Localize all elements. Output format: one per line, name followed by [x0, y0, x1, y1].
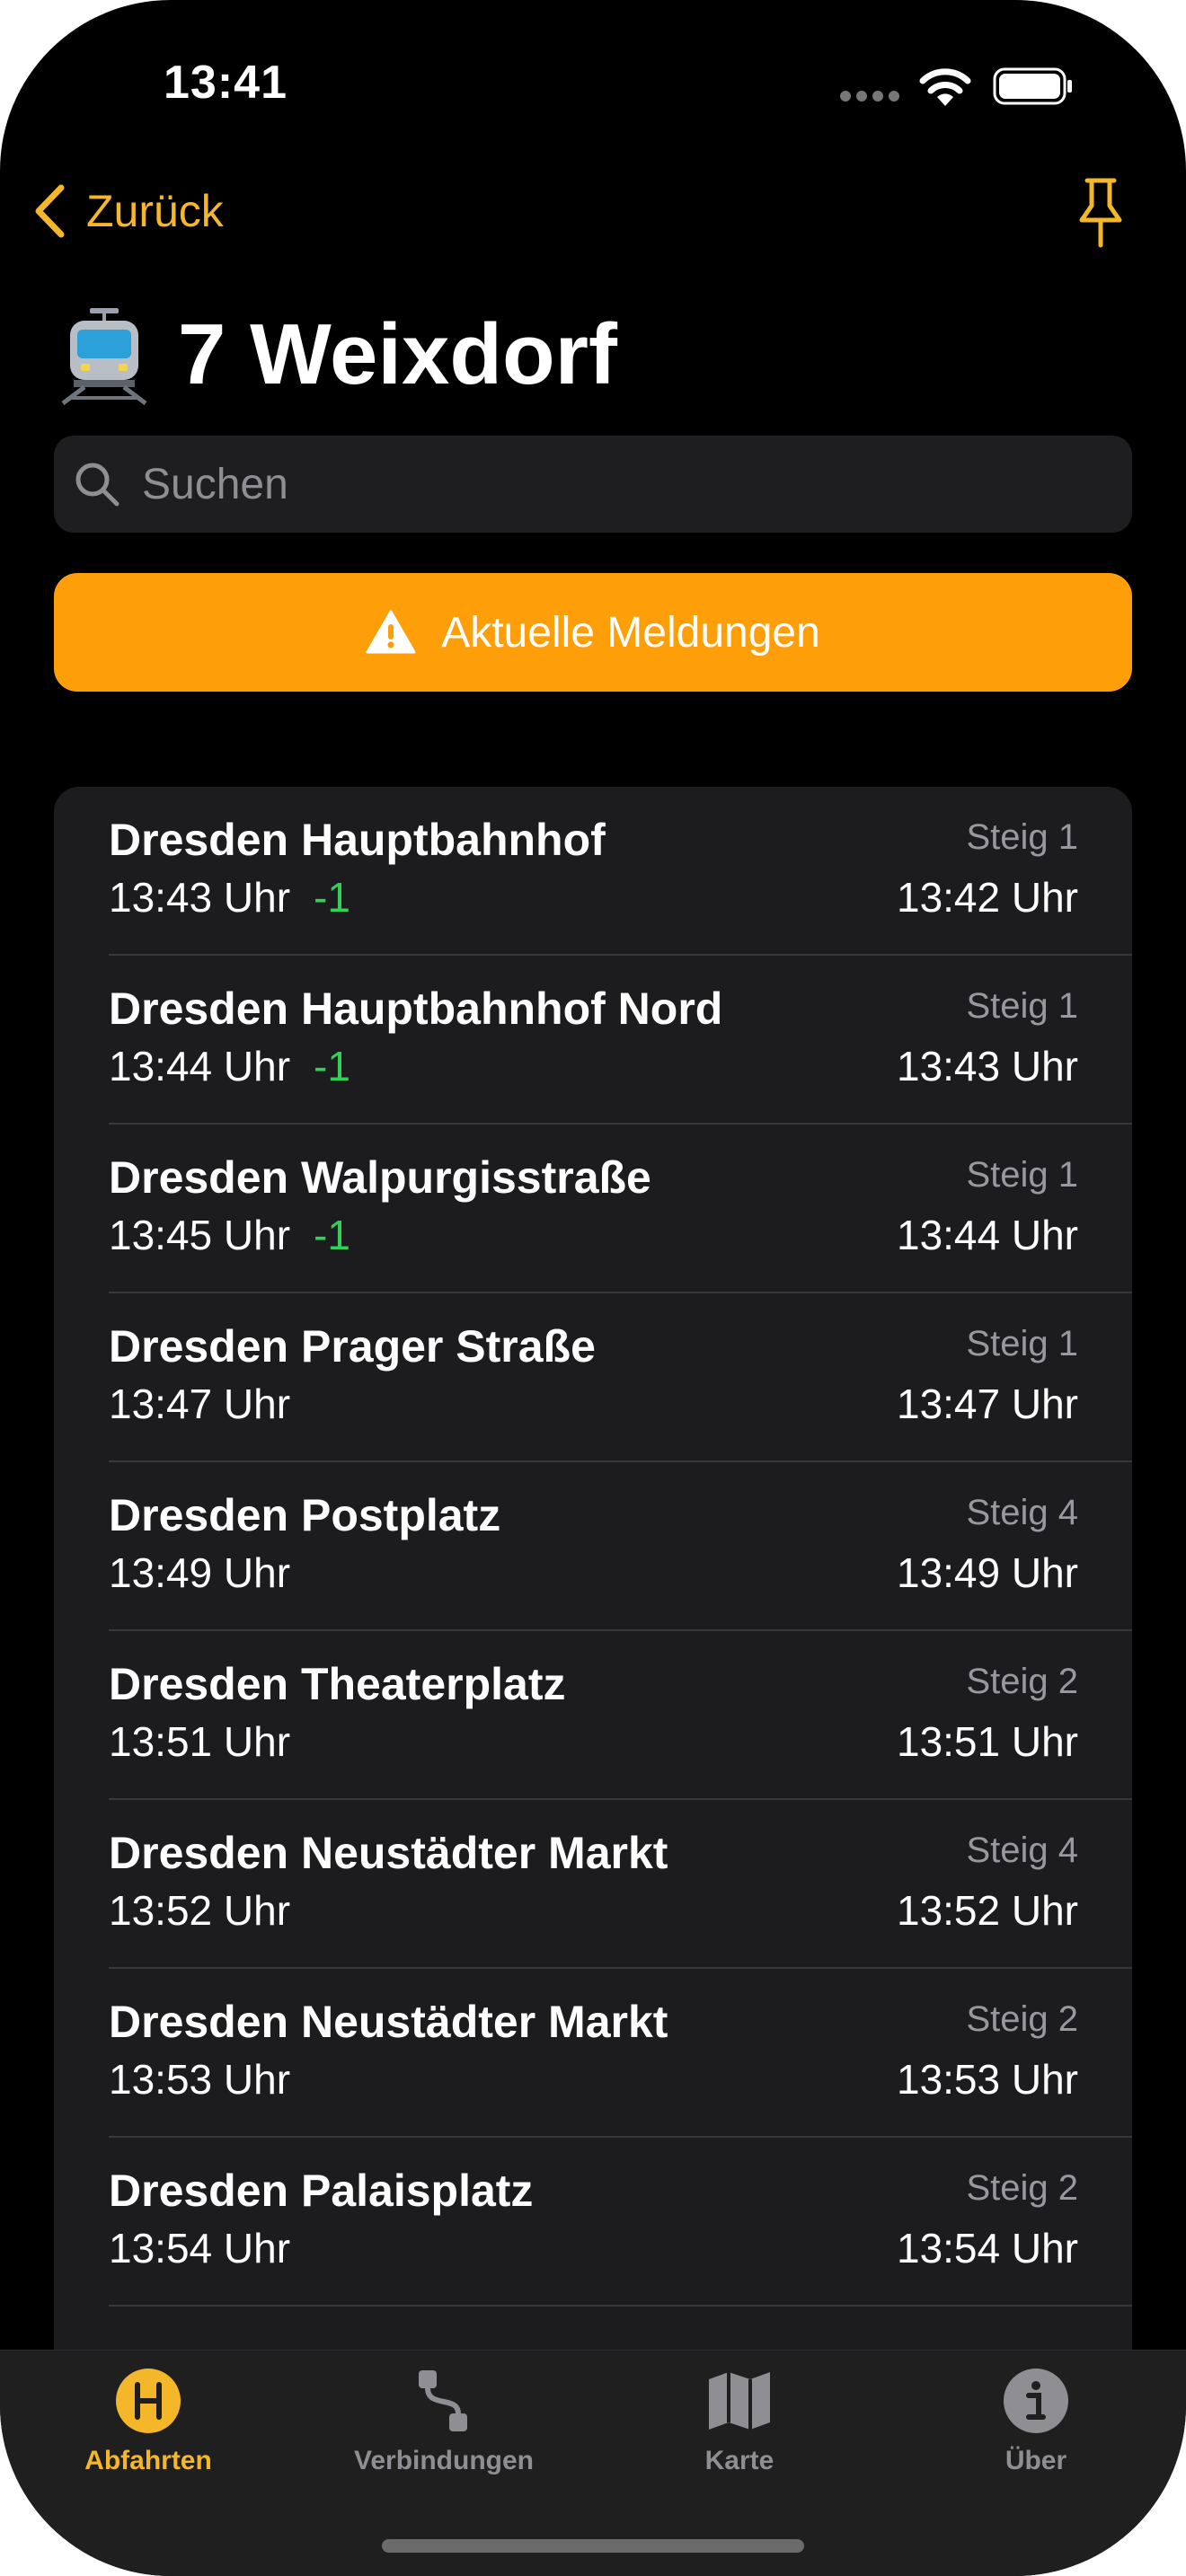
- search-field[interactable]: [54, 436, 1132, 533]
- tab-label: Verbindungen: [353, 2446, 534, 2475]
- tram-icon: [61, 308, 147, 405]
- warning-icon: [366, 610, 416, 654]
- map-icon: [709, 2372, 770, 2430]
- scheduled-time: 13:53 Uhr: [109, 2055, 290, 2104]
- actual-time: 13:47 Uhr: [896, 1381, 1078, 1427]
- home-indicator: [382, 2539, 804, 2553]
- delay-badge: -1: [314, 874, 350, 921]
- scheduled-time-text: 13:43 Uhr: [109, 874, 291, 921]
- list-item[interactable]: Dresden Postplatz 13:49 Uhr Steig 4 13:4…: [54, 1462, 1132, 1631]
- scheduled-time: 13:44 Uhr -1: [109, 1042, 350, 1090]
- actual-time: 13:54 Uhr: [896, 2225, 1078, 2272]
- stop-name: Dresden Theaterplatz: [109, 1659, 566, 1709]
- scheduled-time-text: 13:49 Uhr: [109, 1549, 291, 1596]
- list-item[interactable]: Dresden Hauptbahnhof Nord 13:44 Uhr -1 St…: [54, 956, 1132, 1125]
- stop-name: Dresden Hauptbahnhof: [109, 815, 606, 865]
- stop-list: Dresden Hauptbahnhof 13:43 Uhr -1 Steig 1…: [54, 787, 1132, 2404]
- scheduled-time: 13:43 Uhr -1: [109, 873, 350, 922]
- scheduled-time: 13:54 Uhr: [109, 2224, 290, 2272]
- list-item[interactable]: Dresden Prager Straße 13:47 Uhr Steig 1 …: [54, 1293, 1132, 1462]
- tab-karte[interactable]: Karte: [605, 2367, 874, 2476]
- actual-time: 13:49 Uhr: [896, 1549, 1078, 1596]
- info-icon: [1004, 2369, 1068, 2433]
- platform-label: Steig 4: [966, 1831, 1078, 1870]
- pin-icon[interactable]: [1069, 175, 1132, 249]
- scheduled-time-text: 13:44 Uhr: [109, 1043, 291, 1090]
- route-icon: [419, 2370, 467, 2431]
- tab-abfahrten[interactable]: Abfahrten: [13, 2367, 283, 2476]
- scheduled-time-text: 13:47 Uhr: [109, 1381, 291, 1427]
- scheduled-time-text: 13:45 Uhr: [109, 1212, 291, 1258]
- list-item[interactable]: Dresden Neustädter Markt 13:52 Uhr Steig…: [54, 1800, 1132, 1969]
- delay-badge: -1: [314, 1212, 350, 1258]
- search-input[interactable]: [140, 458, 1042, 510]
- actual-time: 13:44 Uhr: [896, 1212, 1078, 1258]
- stop-name: Dresden Prager Straße: [109, 1321, 596, 1372]
- scheduled-time-text: 13:53 Uhr: [109, 2056, 291, 2103]
- current-alerts-label: Aktuelle Meldungen: [441, 608, 820, 657]
- status-time: 13:41: [164, 57, 288, 109]
- platform-label: Steig 1: [966, 1324, 1078, 1363]
- scheduled-time-text: 13:51 Uhr: [109, 1718, 291, 1765]
- scheduled-time: 13:47 Uhr: [109, 1380, 290, 1428]
- list-item[interactable]: Dresden Hauptbahnhof 13:43 Uhr -1 Steig 1…: [54, 787, 1132, 956]
- stop-name: Dresden Neustädter Markt: [109, 1997, 668, 2047]
- scheduled-time: 13:45 Uhr -1: [109, 1211, 350, 1259]
- platform-label: Steig 2: [966, 1999, 1078, 2039]
- platform-label: Steig 1: [966, 986, 1078, 1026]
- tab-label: Karte: [704, 2446, 774, 2475]
- list-item[interactable]: Dresden Palaisplatz 13:54 Uhr Steig 2 13…: [54, 2138, 1132, 2307]
- platform-label: Steig 2: [966, 1662, 1078, 1701]
- stop-name: Dresden Walpurgisstraße: [109, 1152, 651, 1203]
- actual-time: 13:53 Uhr: [896, 2056, 1078, 2103]
- scheduled-time: 13:51 Uhr: [109, 1717, 290, 1766]
- page-title-text: 7 Weixdorf: [178, 306, 617, 402]
- platform-label: Steig 2: [966, 2168, 1078, 2208]
- navigation-bar: Zurück: [0, 171, 1186, 251]
- search-icon: [75, 463, 119, 507]
- actual-time: 13:52 Uhr: [896, 1887, 1078, 1934]
- page-title: 7 Weixdorf: [54, 296, 617, 413]
- list-item[interactable]: Dresden Neustädter Markt 13:53 Uhr Steig…: [54, 1969, 1132, 2138]
- scheduled-time: 13:52 Uhr: [109, 1886, 290, 1935]
- tab-ueber[interactable]: Über: [901, 2367, 1171, 2476]
- scheduled-time-text: 13:52 Uhr: [109, 1887, 291, 1934]
- actual-time: 13:51 Uhr: [896, 1718, 1078, 1765]
- haltestelle-icon: [116, 2369, 181, 2433]
- actual-time: 13:42 Uhr: [896, 874, 1078, 921]
- back-button[interactable]: Zurück: [32, 180, 224, 243]
- divider: [109, 2305, 1132, 2307]
- tab-label: Abfahrten: [84, 2446, 212, 2475]
- actual-time: 13:43 Uhr: [896, 1043, 1078, 1090]
- tab-label: Über: [1005, 2446, 1067, 2475]
- scheduled-time-text: 13:54 Uhr: [109, 2225, 291, 2272]
- chevron-left-icon: [35, 184, 65, 238]
- signal-dots-icon: [840, 90, 905, 106]
- platform-label: Steig 1: [966, 817, 1078, 857]
- delay-badge: -1: [314, 1043, 350, 1090]
- wifi-icon: [919, 68, 971, 106]
- platform-label: Steig 1: [966, 1155, 1078, 1195]
- stop-name: Dresden Neustädter Markt: [109, 1828, 668, 1878]
- platform-label: Steig 4: [966, 1493, 1078, 1532]
- battery-icon: [993, 67, 1072, 105]
- stop-name: Dresden Palaisplatz: [109, 2166, 534, 2216]
- phone-screen: 13:41 Zurück 7 Weixdorf Suchen Aktuelle …: [0, 0, 1186, 2576]
- status-bar: 13:41: [0, 0, 1186, 171]
- stop-name: Dresden Hauptbahnhof Nord: [109, 984, 723, 1034]
- list-item[interactable]: Dresden Walpurgisstraße 13:45 Uhr -1 Stei…: [54, 1125, 1132, 1293]
- list-item[interactable]: Dresden Theaterplatz 13:51 Uhr Steig 2 1…: [54, 1631, 1132, 1800]
- back-label: Zurück: [86, 186, 224, 236]
- current-alerts-button[interactable]: Aktuelle Meldungen: [54, 573, 1132, 692]
- stop-name: Dresden Postplatz: [109, 1490, 501, 1540]
- tab-verbindungen[interactable]: Verbindungen: [309, 2367, 579, 2476]
- scheduled-time: 13:49 Uhr: [109, 1548, 290, 1597]
